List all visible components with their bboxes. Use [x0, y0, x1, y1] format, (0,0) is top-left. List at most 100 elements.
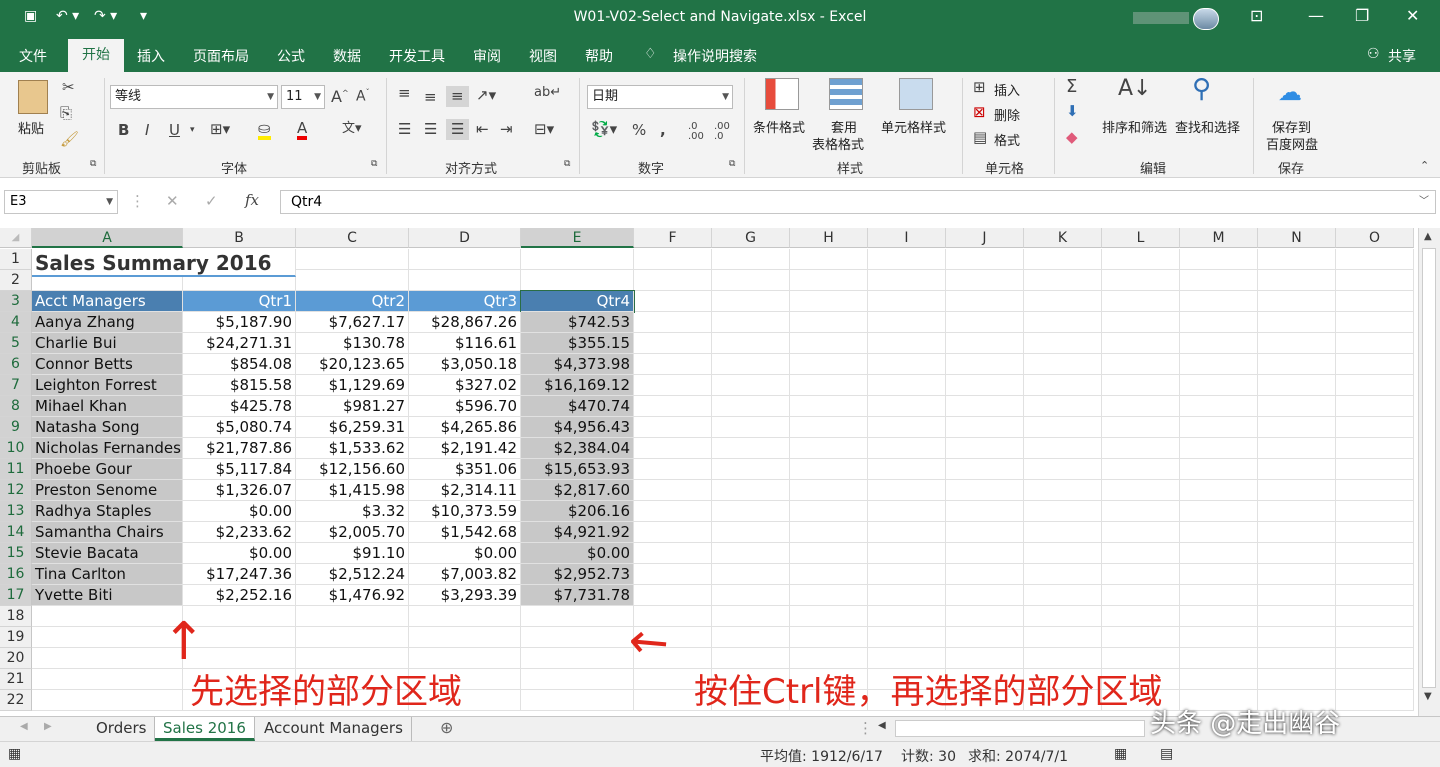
cell[interactable] — [946, 585, 1024, 606]
table-cell[interactable]: Nicholas Fernandes — [32, 438, 183, 459]
comma-style-icon[interactable]: , — [660, 123, 666, 138]
format-cells-icon[interactable]: ▤ — [973, 130, 987, 145]
cell[interactable] — [1180, 270, 1258, 291]
cell[interactable] — [1336, 438, 1414, 459]
table-cell[interactable]: $1,533.62 — [296, 438, 409, 459]
tab-review[interactable]: 审阅 — [473, 46, 501, 66]
cell[interactable] — [1258, 333, 1336, 354]
cell[interactable] — [1102, 417, 1180, 438]
table-cell[interactable]: Tina Carlton — [32, 564, 183, 585]
cell[interactable] — [946, 312, 1024, 333]
cell[interactable] — [868, 375, 946, 396]
cell[interactable] — [1258, 669, 1336, 690]
row-header-19[interactable]: 19 — [0, 627, 32, 648]
column-header-b[interactable]: B — [183, 228, 296, 248]
sort-filter-icon[interactable]: A↓ — [1118, 78, 1151, 100]
cell[interactable] — [712, 627, 790, 648]
delete-cells-button[interactable]: 删除 — [994, 105, 1020, 124]
cell[interactable] — [1180, 354, 1258, 375]
cell[interactable] — [1258, 480, 1336, 501]
row-header-4[interactable]: 4 — [0, 312, 32, 333]
cell[interactable] — [868, 480, 946, 501]
row-header-14[interactable]: 14 — [0, 522, 32, 543]
phonetic-icon[interactable]: 文▾ — [342, 122, 362, 135]
cell[interactable] — [1180, 501, 1258, 522]
cell[interactable] — [521, 270, 634, 291]
table-cell[interactable]: $981.27 — [296, 396, 409, 417]
cell[interactable] — [32, 648, 183, 669]
cell[interactable] — [1024, 312, 1102, 333]
cell[interactable] — [1024, 291, 1102, 312]
cell[interactable] — [946, 501, 1024, 522]
cell[interactable] — [946, 396, 1024, 417]
table-header-cell[interactable]: Qtr1 — [183, 291, 296, 312]
cell[interactable] — [1102, 564, 1180, 585]
cell[interactable] — [1336, 606, 1414, 627]
row-header-17[interactable]: 17 — [0, 585, 32, 606]
restore-icon[interactable]: ❐ — [1355, 6, 1369, 25]
font-launcher-icon[interactable]: ⧉ — [371, 160, 377, 169]
delete-cells-icon[interactable]: ⊠ — [973, 105, 986, 120]
cell[interactable] — [1180, 312, 1258, 333]
cell[interactable] — [1102, 585, 1180, 606]
table-cell[interactable]: $16,169.12 — [521, 375, 634, 396]
table-cell[interactable]: Connor Betts — [32, 354, 183, 375]
cell[interactable] — [1336, 396, 1414, 417]
increase-decimal-icon[interactable]: .0.00 — [688, 122, 704, 142]
cell[interactable] — [1102, 438, 1180, 459]
vertical-scroll-thumb[interactable] — [1422, 248, 1436, 688]
cell[interactable] — [868, 606, 946, 627]
borders-icon[interactable]: ⊞▾ — [210, 122, 230, 137]
tab-split-icon[interactable]: ⋮ — [858, 721, 873, 736]
table-cell[interactable]: $3,050.18 — [409, 354, 521, 375]
cell[interactable] — [1336, 648, 1414, 669]
cell[interactable] — [868, 333, 946, 354]
cell[interactable] — [1336, 564, 1414, 585]
decrease-decimal-icon[interactable]: .00.0 — [714, 122, 730, 142]
cell[interactable] — [1258, 396, 1336, 417]
table-cell[interactable]: Stevie Bacata — [32, 543, 183, 564]
alignment-launcher-icon[interactable]: ⧉ — [564, 160, 570, 169]
cell[interactable] — [712, 606, 790, 627]
cell[interactable] — [1336, 627, 1414, 648]
format-painter-icon[interactable]: 🖌 — [60, 132, 79, 147]
cell[interactable] — [1336, 291, 1414, 312]
cell[interactable] — [1102, 480, 1180, 501]
cell[interactable] — [1102, 354, 1180, 375]
table-cell[interactable]: $5,117.84 — [183, 459, 296, 480]
row-header-3[interactable]: 3 — [0, 291, 32, 312]
table-cell[interactable]: $355.15 — [521, 333, 634, 354]
column-header-a[interactable]: A — [32, 228, 183, 248]
cell[interactable] — [790, 312, 868, 333]
cell[interactable] — [712, 396, 790, 417]
cell[interactable] — [1180, 669, 1258, 690]
table-cell[interactable]: $15,653.93 — [521, 459, 634, 480]
new-sheet-icon[interactable]: ⊕ — [440, 720, 453, 736]
cell[interactable] — [790, 396, 868, 417]
cell[interactable] — [1336, 375, 1414, 396]
cell[interactable] — [1102, 396, 1180, 417]
cell[interactable] — [1258, 354, 1336, 375]
cell[interactable] — [1024, 585, 1102, 606]
cell[interactable] — [712, 522, 790, 543]
hscroll-left-icon[interactable]: ◀ — [878, 721, 886, 731]
cell[interactable] — [1180, 648, 1258, 669]
cell[interactable] — [1102, 501, 1180, 522]
table-cell[interactable]: $2,005.70 — [296, 522, 409, 543]
cell[interactable] — [790, 438, 868, 459]
table-cell[interactable]: $3.32 — [296, 501, 409, 522]
align-right-icon[interactable]: ☰ — [446, 119, 470, 140]
number-launcher-icon[interactable]: ⧉ — [729, 160, 735, 169]
cell[interactable] — [1180, 480, 1258, 501]
table-cell[interactable]: $2,817.60 — [521, 480, 634, 501]
macro-record-icon[interactable]: ▦ — [8, 746, 21, 762]
merge-center-icon[interactable]: ⊟▾ — [534, 122, 554, 137]
cell[interactable] — [1258, 312, 1336, 333]
table-cell[interactable]: $4,373.98 — [521, 354, 634, 375]
cell[interactable] — [1258, 627, 1336, 648]
table-cell[interactable]: $12,156.60 — [296, 459, 409, 480]
cell[interactable] — [868, 270, 946, 291]
table-cell[interactable]: $1,415.98 — [296, 480, 409, 501]
clipboard-launcher-icon[interactable]: ⧉ — [90, 160, 96, 169]
table-cell[interactable]: $6,259.31 — [296, 417, 409, 438]
